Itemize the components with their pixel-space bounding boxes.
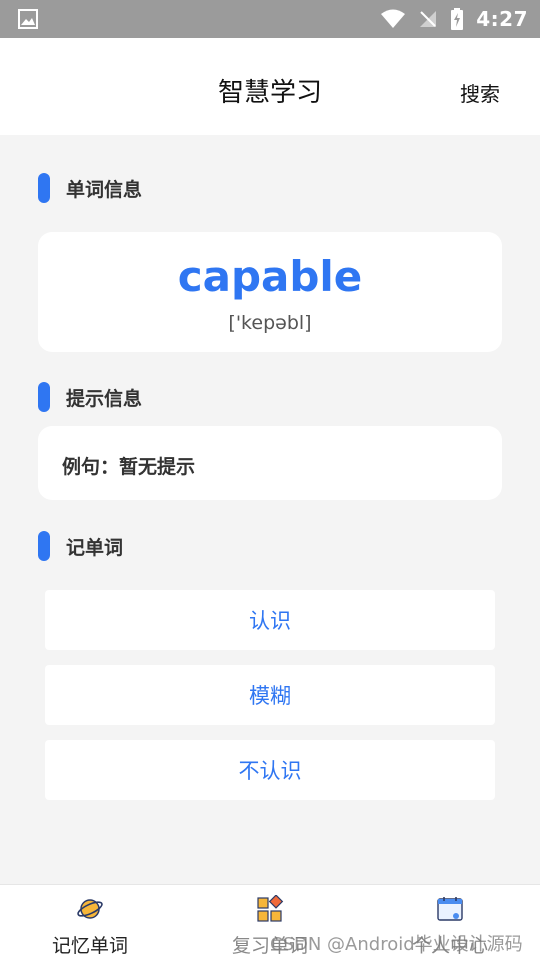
gallery-icon xyxy=(18,9,38,29)
section-title-hint-info: 提示信息 xyxy=(38,382,142,412)
nav-item-memorize[interactable]: 记忆单词 xyxy=(0,885,180,960)
status-bar: 4:27 xyxy=(0,0,540,38)
calendar-icon xyxy=(437,897,463,921)
no-signal-icon xyxy=(420,11,437,27)
section-title-memorize: 记单词 xyxy=(38,531,123,561)
word-phonetic: ['kepəbl] xyxy=(228,312,312,334)
battery-charging-icon xyxy=(451,8,464,30)
nav-label: 记忆单词 xyxy=(51,935,128,957)
hint-text: 例句：暂无提示 xyxy=(62,456,196,478)
word-text: capable xyxy=(177,252,363,301)
know-button[interactable]: 认识 xyxy=(45,590,495,650)
status-time: 4:27 xyxy=(476,7,528,31)
watermark-text: CSDN @Android毕业设计源码 xyxy=(270,934,523,955)
section-title-word-info: 单词信息 xyxy=(38,173,142,203)
section-label: 提示信息 xyxy=(66,387,143,410)
app-bar: 智慧学习 搜索 xyxy=(0,38,540,135)
vague-button[interactable]: 模糊 xyxy=(45,665,495,725)
section-accent-bar xyxy=(38,531,50,561)
wifi-icon xyxy=(381,9,406,28)
planet-icon xyxy=(77,899,103,919)
section-accent-bar xyxy=(38,173,50,203)
search-button[interactable]: 搜索 xyxy=(460,78,500,107)
word-card: capable ['kepəbl] xyxy=(38,232,502,352)
section-accent-bar xyxy=(38,382,50,412)
section-label: 单词信息 xyxy=(66,178,143,201)
dont-know-button[interactable]: 不认识 xyxy=(45,740,495,800)
page-title: 智慧学习 xyxy=(217,78,322,108)
section-label: 记单词 xyxy=(66,536,124,559)
hint-card: 例句：暂无提示 xyxy=(38,426,502,500)
grid-icon xyxy=(257,895,284,922)
